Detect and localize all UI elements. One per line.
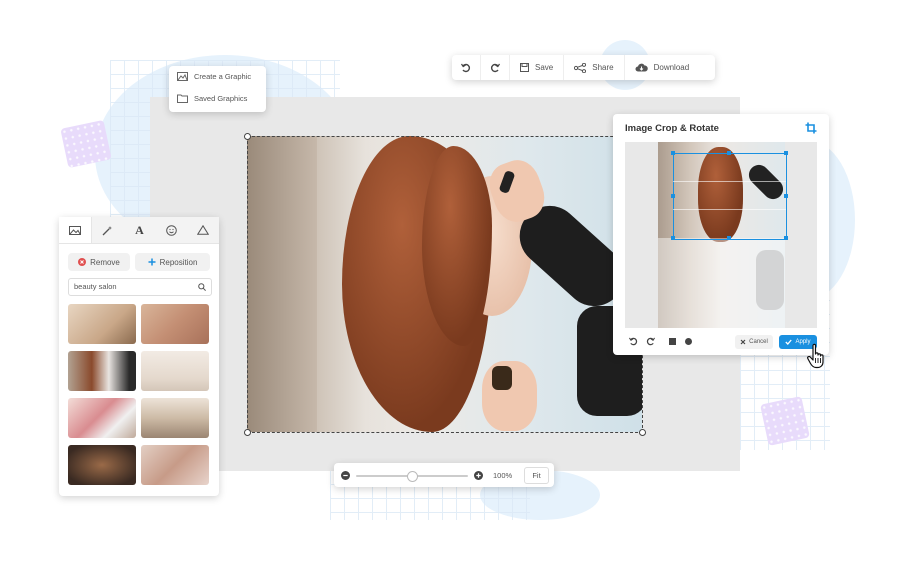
saved-graphics-item[interactable]: Saved Graphics xyxy=(177,94,247,103)
crop-panel-title: Image Crop & Rotate xyxy=(625,123,719,134)
cloud-download-icon xyxy=(635,63,648,72)
remove-button[interactable]: Remove xyxy=(68,253,130,271)
selection-handle[interactable] xyxy=(244,429,251,436)
save-label: Save xyxy=(535,63,554,72)
crop-handle[interactable] xyxy=(784,236,788,240)
selection-handle[interactable] xyxy=(244,133,251,140)
image-icon xyxy=(68,225,81,235)
rotate-right-icon[interactable] xyxy=(646,337,655,346)
crop-icon[interactable] xyxy=(805,122,817,134)
crop-handle[interactable] xyxy=(727,151,731,155)
zoom-slider-knob[interactable] xyxy=(407,471,418,482)
crop-handle[interactable] xyxy=(727,236,731,240)
left-panel: A Remove Reposition beauty salon xyxy=(59,217,219,496)
thumbnail-image[interactable] xyxy=(141,445,209,485)
fit-button[interactable]: Fit xyxy=(524,467,549,484)
search-icon xyxy=(198,283,206,291)
fit-label: Fit xyxy=(532,471,541,480)
hand-cursor-icon xyxy=(807,343,824,369)
create-graphic-item[interactable]: Create a Graphic xyxy=(177,72,251,81)
crop-handle[interactable] xyxy=(671,151,675,155)
redo-icon xyxy=(490,63,500,72)
redo-button[interactable] xyxy=(480,55,509,80)
tab-text[interactable]: A xyxy=(123,217,156,243)
crop-preview-area xyxy=(625,142,817,328)
reposition-button[interactable]: Reposition xyxy=(135,253,210,271)
zoom-level: 100% xyxy=(493,471,513,480)
crop-grid-line xyxy=(673,209,786,210)
thumbnail-image[interactable] xyxy=(141,351,209,391)
share-button[interactable]: Share xyxy=(563,55,623,80)
undo-button[interactable] xyxy=(452,55,480,80)
thumbnail-image[interactable] xyxy=(68,351,136,391)
cancel-label: Cancel xyxy=(749,339,768,345)
reposition-label: Reposition xyxy=(159,257,198,267)
shape-icon xyxy=(197,225,210,235)
tab-effects[interactable] xyxy=(91,217,124,243)
crop-grid-line xyxy=(673,181,786,182)
undo-icon xyxy=(461,63,471,72)
download-label: Download xyxy=(653,63,690,72)
square-crop-icon[interactable] xyxy=(669,338,676,345)
circle-crop-icon[interactable] xyxy=(685,338,692,345)
top-toolbar: Save Share Download xyxy=(452,55,715,80)
crop-panel: Image Crop & Rotate Cancel Apply xyxy=(613,114,829,355)
sparkle-decoration xyxy=(760,396,810,446)
tab-emoji[interactable] xyxy=(155,217,188,243)
crop-selection-box[interactable] xyxy=(673,153,787,240)
tab-shapes[interactable] xyxy=(187,217,219,243)
share-icon xyxy=(574,62,587,73)
share-label: Share xyxy=(592,63,614,72)
panel-tabs: A xyxy=(59,217,219,244)
thumbnail-image[interactable] xyxy=(68,398,136,438)
crop-preview-shade xyxy=(658,238,785,328)
crop-handle[interactable] xyxy=(671,236,675,240)
graphics-menu: Create a Graphic Saved Graphics xyxy=(169,66,266,112)
thumbnail-image[interactable] xyxy=(68,304,136,344)
plus-icon xyxy=(148,258,156,266)
thumbnail-image[interactable] xyxy=(141,398,209,438)
text-icon: A xyxy=(135,222,144,237)
zoom-in-icon[interactable] xyxy=(474,471,483,480)
canvas-selection-frame[interactable] xyxy=(247,136,643,433)
thumbnail-image[interactable] xyxy=(141,304,209,344)
remove-icon xyxy=(78,258,87,266)
saved-graphics-label: Saved Graphics xyxy=(194,94,248,103)
search-input-value: beauty salon xyxy=(74,282,117,291)
crop-handle[interactable] xyxy=(784,194,788,198)
download-button[interactable]: Download xyxy=(623,55,700,80)
crop-handle[interactable] xyxy=(784,151,788,155)
rotate-left-icon[interactable] xyxy=(629,337,638,346)
remove-label: Remove xyxy=(90,257,120,267)
image-icon xyxy=(177,72,188,81)
thumbnail-image[interactable] xyxy=(68,445,136,485)
zoom-bar: 100% Fit xyxy=(334,463,554,487)
crop-handle[interactable] xyxy=(671,194,675,198)
tab-image[interactable] xyxy=(59,217,92,243)
cancel-button[interactable]: Cancel xyxy=(735,335,773,349)
folder-icon xyxy=(177,94,188,103)
emoji-icon xyxy=(165,224,177,236)
selection-handle[interactable] xyxy=(639,429,646,436)
zoom-out-icon[interactable] xyxy=(341,471,350,480)
save-button[interactable]: Save xyxy=(509,55,563,80)
create-graphic-label: Create a Graphic xyxy=(194,72,252,81)
check-icon xyxy=(785,339,793,345)
magic-wand-icon xyxy=(102,225,113,235)
close-icon xyxy=(740,339,746,345)
save-icon xyxy=(520,63,529,72)
search-field[interactable]: beauty salon xyxy=(68,278,212,296)
